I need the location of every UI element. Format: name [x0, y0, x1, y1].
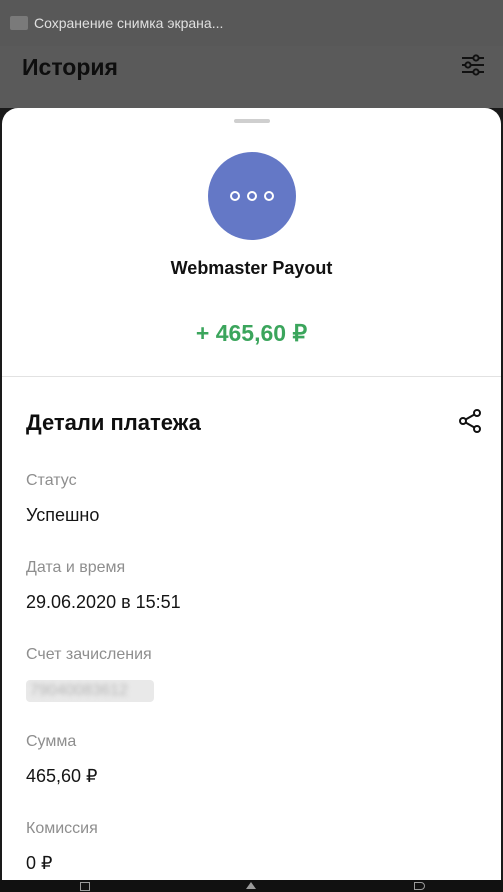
sum-label: Сумма	[26, 733, 77, 750]
more-dots-icon	[230, 191, 240, 201]
transaction-amount: + 465,60 ₽	[195, 320, 308, 346]
divider	[2, 376, 501, 377]
datetime-label: Дата и время	[26, 559, 126, 576]
commission-label: Комиссия	[26, 820, 98, 837]
section-title: Детали платежа	[26, 410, 201, 435]
share-icon[interactable]	[457, 408, 483, 434]
back-icon[interactable]	[414, 882, 425, 890]
drag-handle[interactable]	[234, 119, 270, 123]
merchant-avatar	[208, 152, 296, 240]
datetime-value: 29.06.2020 в 15:51	[26, 592, 181, 612]
more-dots-icon	[264, 191, 274, 201]
sliders-icon[interactable]	[460, 52, 486, 78]
account-value-redacted: 79040083612	[26, 680, 154, 702]
status-value: Успешно	[26, 505, 100, 525]
screenshot-icon	[10, 16, 28, 30]
account-label: Счет зачисления	[26, 646, 152, 663]
notification-text: Сохранение снимка экрана...	[34, 15, 224, 31]
app-bar: История	[0, 46, 503, 108]
recent-apps-icon[interactable]	[80, 882, 90, 891]
more-dots-icon	[247, 191, 257, 201]
sum-value: 465,60 ₽	[26, 766, 98, 786]
status-label: Статус	[26, 472, 77, 489]
commission-value: 0 ₽	[26, 853, 53, 873]
merchant-name: Webmaster Payout	[170, 258, 333, 278]
status-bar: Сохранение снимка экрана...	[0, 0, 503, 46]
payment-detail-sheet: Webmaster Payout + 465,60 ₽ Детали плате…	[2, 108, 501, 880]
page-title: История	[22, 54, 118, 80]
navigation-bar	[0, 880, 503, 892]
home-icon[interactable]	[246, 882, 256, 889]
account-value: 79040083612	[30, 682, 128, 699]
